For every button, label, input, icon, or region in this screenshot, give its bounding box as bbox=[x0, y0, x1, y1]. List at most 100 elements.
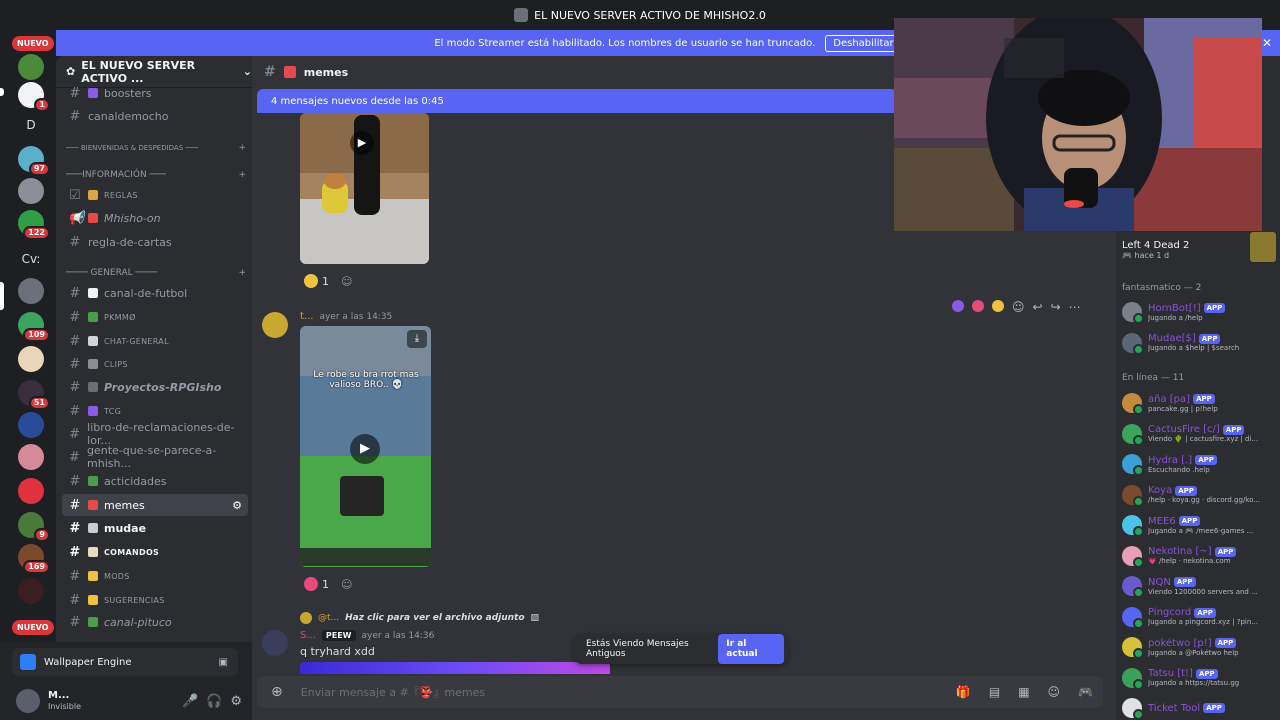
channel-mudae[interactable]: # mudae bbox=[62, 517, 248, 539]
server-cv[interactable]: Cv: bbox=[18, 252, 44, 266]
new-badge-top[interactable]: NUEVO bbox=[12, 36, 54, 51]
channel-pituco[interactable]: # canal-pituco bbox=[62, 611, 248, 633]
composer-placeholder[interactable]: Enviar mensaje a #『👺』memes bbox=[301, 684, 485, 700]
server-green[interactable]: 122 bbox=[18, 210, 50, 240]
server-black[interactable] bbox=[18, 578, 44, 604]
plus-icon[interactable]: + bbox=[238, 170, 246, 180]
new-badge-bottom[interactable]: NUEVO bbox=[12, 620, 54, 635]
member-row[interactable]: Nekotina [~] APP 💗 /help · nekotina.com bbox=[1122, 541, 1278, 571]
add-reaction-icon[interactable]: ☺ bbox=[341, 275, 352, 288]
server-pepe[interactable] bbox=[18, 54, 44, 80]
server-anime[interactable]: 97 bbox=[18, 146, 50, 176]
reaction-quick-3-icon[interactable] bbox=[992, 300, 1004, 312]
channel-chat-general[interactable]: # CHAT-GENERAL bbox=[62, 330, 248, 352]
channel-canaldemocho[interactable]: # canaldemocho bbox=[62, 105, 248, 127]
reply-icon[interactable]: ↩ bbox=[1033, 300, 1043, 314]
message-author[interactable]: S... bbox=[300, 630, 316, 641]
apps-icon[interactable]: 🎮 bbox=[1078, 685, 1093, 699]
disable-streamer-button[interactable]: Deshabilitar bbox=[825, 34, 902, 52]
avatar[interactable] bbox=[262, 630, 288, 656]
message-composer[interactable]: ⊕ Enviar mensaje a #『👺』memes 🎁 ▤ ▦ ☺ 🎮 bbox=[257, 676, 1103, 708]
avatar[interactable] bbox=[262, 312, 288, 338]
category-general[interactable]: ──── GENERAL ──── + bbox=[66, 265, 246, 281]
add-reaction-icon[interactable]: ☺ bbox=[341, 578, 352, 591]
server-d[interactable]: D bbox=[18, 118, 44, 132]
plus-circle-icon[interactable]: ⊕ bbox=[271, 684, 283, 700]
gift-icon[interactable]: 🎁 bbox=[956, 685, 971, 699]
play-icon[interactable]: ▶ bbox=[350, 131, 374, 155]
member-row[interactable]: pokétwo [p!] APP Jugando a @Pokétwo help bbox=[1122, 632, 1278, 662]
channel-boosters[interactable]: # boosters bbox=[62, 82, 248, 104]
reaction-laugh[interactable]: 1 ☺ bbox=[304, 274, 352, 288]
screen-icon[interactable]: ▣ bbox=[219, 657, 228, 668]
member-row[interactable]: Hydra [.] APP Escuchando .help bbox=[1122, 449, 1278, 479]
server-gray[interactable] bbox=[18, 178, 44, 204]
emoji-icon[interactable]: ☺ bbox=[1048, 685, 1061, 699]
server-alert[interactable]: 1 bbox=[18, 82, 50, 112]
play-icon[interactable]: ▶ bbox=[350, 434, 380, 464]
more-icon[interactable]: ⋯ bbox=[1069, 300, 1081, 314]
forward-icon[interactable]: ↪ bbox=[1051, 300, 1061, 314]
reaction-quick-2-icon[interactable] bbox=[972, 300, 984, 312]
member-row[interactable]: MEE6 APP Jugando a 🎮 /mee6-games ... bbox=[1122, 510, 1278, 540]
channel-futbol[interactable]: # canal-de-futbol bbox=[62, 282, 248, 304]
sticker-icon[interactable]: ▦ bbox=[1018, 685, 1029, 699]
new-messages-bar[interactable]: 4 mensajes nuevos desde las 0:45 bbox=[257, 89, 897, 113]
server-pink[interactable] bbox=[18, 444, 44, 470]
member-row[interactable]: Pingcord APP Jugando a pingcord.xyz | ?pin… bbox=[1122, 602, 1278, 632]
member-row[interactable]: Mudae[$] APP Jugando a $help | $search bbox=[1122, 328, 1278, 358]
server-game[interactable]: 9 bbox=[18, 512, 50, 542]
category-bienvenidas[interactable]: ─── BIENVENIDAS & DESPEDIDAS ─── + bbox=[66, 140, 246, 156]
plus-icon[interactable]: + bbox=[238, 268, 246, 278]
headphones-icon[interactable]: 🎧 bbox=[206, 694, 222, 709]
activity-card[interactable]: Left 4 Dead 2 🎮 hace 1 d bbox=[1122, 232, 1278, 270]
channel-reglas[interactable]: ☑ REGLAS bbox=[62, 184, 248, 206]
channel-comandos[interactable]: # COMANDOS bbox=[62, 541, 248, 563]
image-attachment[interactable] bbox=[300, 662, 610, 674]
channel-pkmmo[interactable]: # PKMMØ bbox=[62, 306, 248, 328]
server-dark[interactable]: 51 bbox=[18, 380, 50, 410]
channel-clips[interactable]: # CLIPS bbox=[62, 353, 248, 375]
channel-mods[interactable]: # MODS bbox=[62, 565, 248, 587]
close-icon[interactable]: ✕ bbox=[1262, 36, 1272, 50]
channel-acticidades[interactable]: # acticidades bbox=[62, 470, 248, 492]
server-brown[interactable]: 169 bbox=[18, 544, 50, 574]
settings-gear-icon[interactable]: ⚙ bbox=[230, 694, 242, 709]
avatar[interactable] bbox=[16, 689, 40, 713]
channel-memes[interactable]: # memes ⚙ bbox=[62, 494, 248, 516]
channel-libro[interactable]: # libro-de-reclamaciones-de-lor... bbox=[62, 421, 248, 447]
guild-tag[interactable]: PEEW bbox=[321, 630, 356, 641]
server-valorant[interactable] bbox=[18, 478, 44, 504]
video-roblox[interactable]: Le robe su bra rrot mas valioso BRO.. 💀 … bbox=[300, 326, 431, 567]
plus-icon[interactable]: + bbox=[238, 143, 246, 153]
microphone-icon[interactable]: 🎤 bbox=[182, 694, 198, 709]
member-row[interactable]: Ticket Tool APP bbox=[1122, 693, 1278, 720]
channel-regla-de-cartas[interactable]: # regla-de-cartas bbox=[62, 231, 248, 253]
category-informacion[interactable]: ───INFORMACIÓN ─── + bbox=[66, 167, 246, 183]
channel-tcg[interactable]: # TCG bbox=[62, 400, 248, 422]
reaction-quick-1-icon[interactable] bbox=[952, 300, 964, 312]
server-current[interactable] bbox=[18, 278, 44, 304]
jump-to-present-button[interactable]: Ir al actual bbox=[718, 634, 784, 664]
download-icon[interactable]: ⤓ bbox=[407, 330, 427, 348]
channel-proyectos[interactable]: # Proyectos-RPGIsho bbox=[62, 376, 248, 398]
add-reaction-icon[interactable]: ☺ bbox=[1012, 300, 1025, 314]
server-lana[interactable] bbox=[18, 412, 44, 438]
gif-icon[interactable]: ▤ bbox=[989, 685, 1000, 699]
channel-gente[interactable]: # gente-que-se-parece-a-mhish... bbox=[62, 444, 248, 470]
reaction-heart[interactable]: 1 ☺ bbox=[304, 577, 352, 591]
member-row[interactable]: CactusFire [c/] APP Viendo 🌵 | cactusfire.… bbox=[1122, 419, 1278, 449]
member-row[interactable]: NQN APP Viendo 1200000 servers and ... bbox=[1122, 571, 1278, 601]
reply-preview[interactable]: @t... Haz clic para ver el archivo adjun… bbox=[300, 612, 539, 624]
member-row[interactable]: aña [pa] APP pancake.gg | p!help bbox=[1122, 388, 1278, 418]
server-plus[interactable]: 109 bbox=[18, 312, 50, 342]
invite-gear-icon[interactable]: ⚙ bbox=[232, 499, 242, 512]
activity-wallpaper-engine[interactable]: Wallpaper Engine ▣ bbox=[12, 648, 238, 676]
video-dog[interactable]: ▶ bbox=[300, 113, 429, 264]
server-dog[interactable] bbox=[18, 346, 44, 372]
member-row[interactable]: HornBot[!] APP Jugando a /help bbox=[1122, 297, 1278, 327]
message-author[interactable]: t... bbox=[300, 311, 313, 322]
member-row[interactable]: Tatsu [t!] APP Jugando a https://tatsu.gg bbox=[1122, 663, 1278, 693]
member-row[interactable]: Koya APP/help · koya.gg · discord.gg/ko..… bbox=[1122, 480, 1278, 510]
channel-sugerencias[interactable]: # SUGERENCIAS bbox=[62, 589, 248, 611]
